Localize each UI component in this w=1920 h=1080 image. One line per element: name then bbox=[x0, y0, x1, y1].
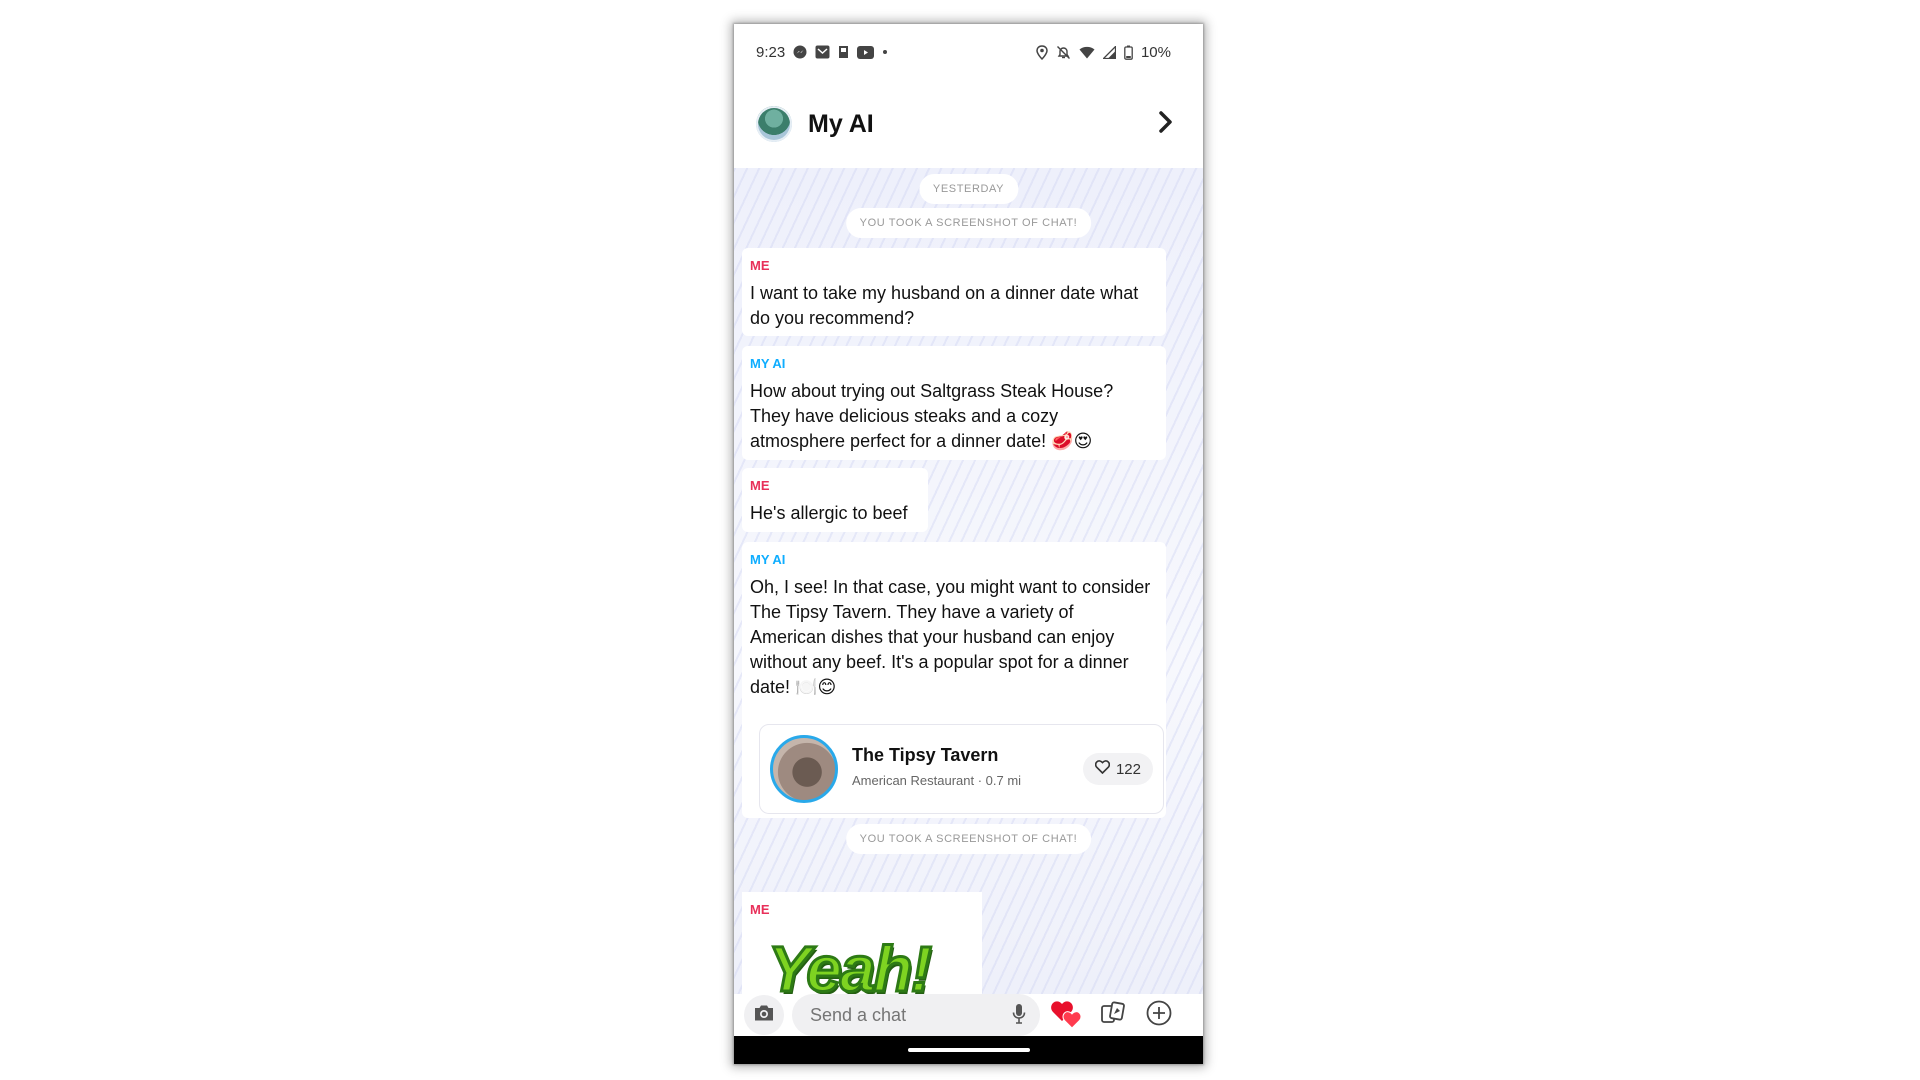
microphone-icon[interactable] bbox=[1012, 1003, 1026, 1030]
cards-icon bbox=[1100, 1000, 1126, 1030]
signal-icon bbox=[1102, 45, 1116, 59]
home-indicator[interactable] bbox=[908, 1048, 1030, 1052]
add-button[interactable] bbox=[1140, 996, 1178, 1034]
chat-title[interactable]: My AI bbox=[808, 110, 1151, 139]
battery-percent: 10% bbox=[1140, 43, 1171, 61]
chat-area[interactable]: YESTERDAY YOU TOOK A SCREENSHOT OF CHAT!… bbox=[734, 168, 1203, 994]
system-nav-bar bbox=[734, 1036, 1203, 1064]
place-photo bbox=[770, 735, 838, 803]
youtube-icon bbox=[857, 45, 875, 59]
chevron-right-icon bbox=[1158, 110, 1174, 138]
composer-bar bbox=[734, 994, 1203, 1036]
sender-label: MY AI bbox=[750, 552, 786, 567]
message-text: Oh, I see! In that case, you might want … bbox=[750, 577, 1151, 697]
battery-icon bbox=[1124, 45, 1133, 60]
camera-icon bbox=[753, 1004, 775, 1027]
camera-button[interactable] bbox=[744, 995, 784, 1035]
location-icon bbox=[1036, 44, 1048, 60]
message-me-1[interactable]: ME I want to take my husband on a dinner… bbox=[742, 248, 1166, 336]
message-text: He's allergic to beef bbox=[750, 503, 908, 523]
place-name: The Tipsy Tavern bbox=[852, 745, 999, 765]
chat-input-wrap bbox=[792, 994, 1040, 1036]
chat-input[interactable] bbox=[792, 994, 1040, 1036]
hearts-button[interactable] bbox=[1048, 996, 1086, 1034]
hearts-icon bbox=[1050, 997, 1084, 1034]
place-card[interactable]: The Tipsy Tavern American Restaurant · 0… bbox=[759, 724, 1164, 814]
sim-icon bbox=[838, 45, 849, 59]
sender-label: ME bbox=[750, 258, 770, 273]
dot-icon bbox=[882, 49, 888, 55]
chat-header: My AI bbox=[734, 80, 1203, 168]
sender-label: ME bbox=[750, 902, 770, 917]
status-bar: 9:23 10% bbox=[734, 24, 1203, 80]
date-divider: YESTERDAY bbox=[918, 174, 1019, 204]
sender-label: MY AI bbox=[750, 356, 786, 371]
message-text: How about trying out Saltgrass Steak Hou… bbox=[750, 381, 1114, 451]
plus-circle-icon bbox=[1146, 1000, 1172, 1031]
avatar[interactable] bbox=[756, 106, 792, 142]
screenshot-notice: YOU TOOK A SCREENSHOT OF CHAT! bbox=[845, 824, 1092, 854]
like-button[interactable]: 122 bbox=[1082, 753, 1153, 785]
messenger-icon bbox=[793, 45, 807, 59]
heart-outline-icon bbox=[1094, 760, 1111, 778]
status-time: 9:23 bbox=[756, 43, 786, 61]
screenshot-notice: YOU TOOK A SCREENSHOT OF CHAT! bbox=[845, 208, 1092, 238]
message-me-2[interactable]: ME He's allergic to beef bbox=[742, 468, 928, 532]
sender-label: ME bbox=[750, 478, 770, 493]
message-text: I want to take my husband on a dinner da… bbox=[750, 283, 1139, 328]
email-icon bbox=[815, 45, 830, 59]
message-me-3[interactable]: ME Yeah! bbox=[742, 892, 982, 994]
wifi-icon bbox=[1079, 46, 1095, 59]
phone-frame: 9:23 10% My AI YESTERDAY YOU TOOK A SCRE… bbox=[734, 24, 1203, 1064]
place-subtitle: American Restaurant · 0.7 mi bbox=[852, 773, 1022, 788]
message-ai-1[interactable]: MY AI How about trying out Saltgrass Ste… bbox=[742, 346, 1166, 460]
like-count: 122 bbox=[1115, 760, 1141, 778]
cards-button[interactable] bbox=[1094, 996, 1132, 1034]
open-profile-button[interactable] bbox=[1151, 109, 1181, 139]
mute-bell-icon bbox=[1056, 45, 1071, 60]
sticker-yeah[interactable]: Yeah! bbox=[767, 932, 934, 995]
